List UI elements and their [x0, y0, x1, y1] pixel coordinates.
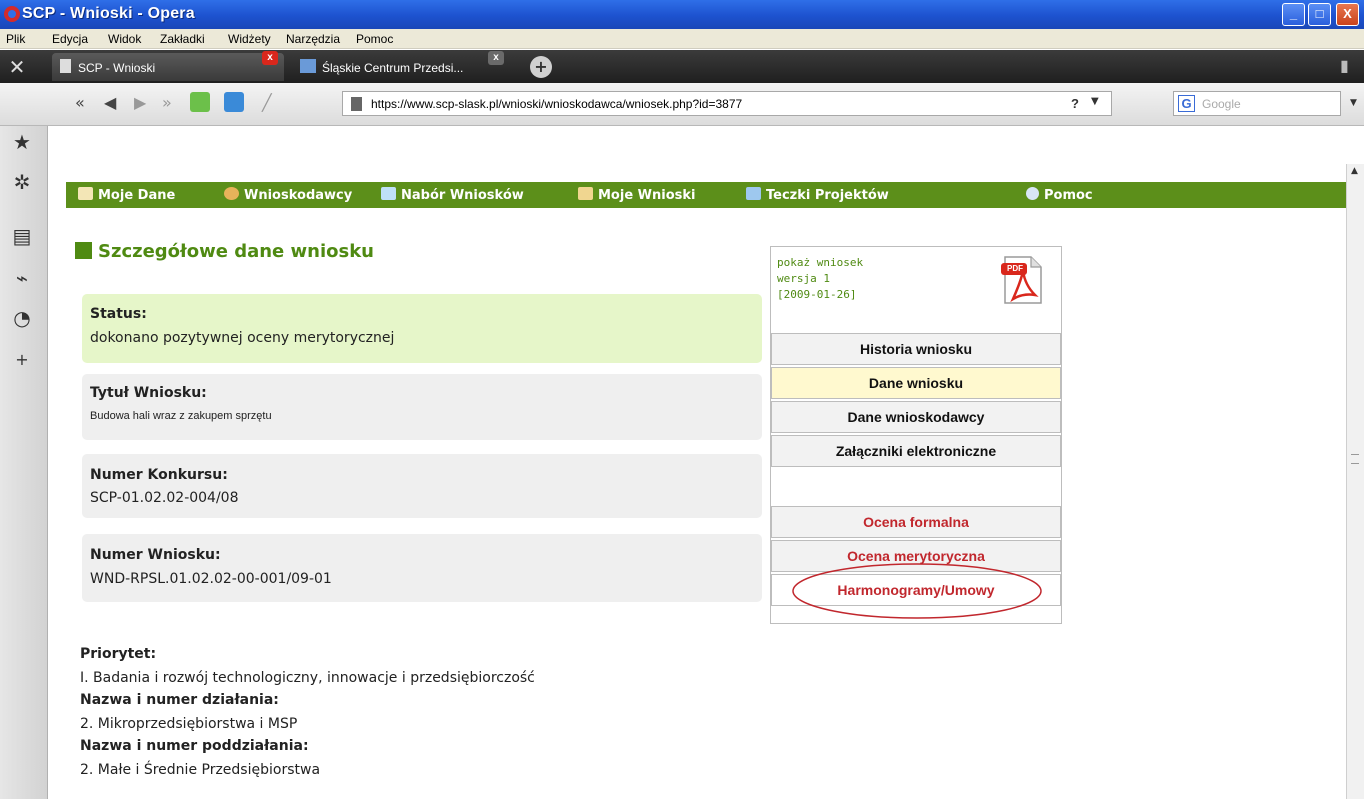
opera-icon [4, 6, 20, 22]
application-data-button[interactable]: Dane wniosku [771, 367, 1061, 399]
status-label: Status: [90, 306, 147, 322]
applicant-data-button[interactable]: Dane wnioskodawcy [771, 401, 1061, 433]
page-icon [60, 59, 71, 73]
page-scrollbar[interactable]: ▲ [1346, 164, 1364, 799]
title-value: Budowa hali wraz z zakupem sprzętu [90, 410, 272, 422]
tab-bar: ✕ SCP - Wnioski x Śląskie Centrum Przeds… [0, 50, 1364, 83]
nav-moje-dane[interactable]: Moje Dane [78, 187, 175, 203]
wand-icon[interactable]: ╱ [262, 93, 272, 112]
action-value: 2. Mikroprzedsiębiorstwa i MSP [80, 716, 298, 732]
close-window-button[interactable]: X [1336, 3, 1359, 26]
nav-teczki-projektow[interactable]: Teczki Projektów [746, 187, 889, 203]
title-box: Tytuł Wniosku: Budowa hali wraz z zakupe… [82, 374, 762, 440]
application-number-label: Numer Wniosku: [90, 547, 221, 563]
side-panel: ★ ✲ ▤ ⌁ ◔ + [0, 126, 48, 799]
section-title: Szczegółowe dane wniosku [75, 241, 374, 262]
widgets-gear-icon[interactable]: ✲ [10, 170, 34, 194]
electronic-attachments-button[interactable]: Załączniki elektroniczne [771, 435, 1061, 467]
menu-widzety[interactable]: Widżety [228, 32, 271, 46]
tab-close-icon[interactable]: x [488, 51, 504, 65]
search-field[interactable]: G Google [1173, 91, 1341, 116]
tab-slaskie-centrum[interactable]: Śląskie Centrum Przedsi... x [288, 51, 518, 81]
help-icon [1026, 187, 1039, 200]
home-icon[interactable] [224, 92, 244, 112]
pdf-badge: PDF [1007, 264, 1023, 273]
trash-icon[interactable]: ▮ [1340, 56, 1356, 76]
title-square-icon [75, 242, 92, 259]
scroll-up-icon[interactable]: ▲ [1351, 166, 1358, 176]
url-text: https://www.scp-slask.pl/wnioski/wniosko… [371, 97, 743, 111]
formal-assessment-button[interactable]: Ocena formalna [771, 506, 1061, 538]
subaction-label: Nazwa i numer poddziałania: [80, 738, 309, 754]
search-placeholder: Google [1202, 97, 1241, 111]
folder-icon [746, 187, 761, 200]
application-number-value: WND-RPSL.01.02.02-00-001/09-01 [90, 571, 332, 587]
priority-value: I. Badania i rozwój technologiczny, inno… [80, 670, 535, 686]
rewind-icon[interactable]: « [75, 93, 85, 112]
status-value: dokonano pozytywnej oceny merytorycznej [90, 330, 395, 346]
highlight-ellipse [792, 563, 1042, 619]
forward-icon[interactable]: ▶ [134, 93, 146, 112]
pdf-icon [1001, 256, 1042, 304]
fast-forward-icon[interactable]: » [162, 93, 172, 112]
main-nav: Moje Dane Wnioskodawcy Nabór Wniosków Mo… [66, 182, 1346, 208]
action-panel: pokaż wniosek wersja 1 [2009-01-26] PDF … [770, 246, 1062, 624]
title-label: Tytuł Wniosku: [90, 385, 207, 401]
pdf-link-text: pokaż wniosek wersja 1 [2009-01-26] [777, 256, 864, 301]
users-icon [224, 187, 239, 200]
notes-icon[interactable]: ▤ [10, 224, 34, 248]
menu-bar: Plik Edycja Widok Zakładki Widżety Narzę… [0, 29, 1364, 49]
page-icon [351, 97, 362, 111]
contest-label: Numer Konkursu: [90, 467, 228, 483]
help-icon[interactable]: ? [1071, 96, 1079, 111]
favicon-icon [300, 59, 316, 73]
menu-zakladki[interactable]: Zakładki [160, 32, 205, 46]
tools-icon[interactable]: ✕ [6, 56, 28, 78]
nav-wnioskodawcy[interactable]: Wnioskodawcy [224, 187, 352, 203]
contest-box: Numer Konkursu: SCP-01.02.02-004/08 [82, 454, 762, 518]
action-label: Nazwa i numer działania: [80, 692, 279, 708]
nav-nabor-wnioskow[interactable]: Nabór Wniosków [381, 187, 524, 203]
nav-pomoc[interactable]: Pomoc [1026, 187, 1093, 203]
google-icon: G [1178, 95, 1195, 112]
show-application-pdf[interactable]: pokaż wniosek wersja 1 [2009-01-26] PDF [771, 247, 1061, 311]
add-panel-icon[interactable]: + [10, 348, 34, 372]
nav-moje-wnioski[interactable]: Moje Wnioski [578, 187, 696, 203]
tab-scp-wnioski[interactable]: SCP - Wnioski x [52, 51, 284, 81]
history-button[interactable]: Historia wniosku [771, 333, 1061, 365]
contest-value: SCP-01.02.02-004/08 [90, 490, 239, 506]
window-title: SCP - Wnioski - Opera [22, 5, 195, 22]
search-dropdown-icon[interactable]: ▼ [1350, 98, 1357, 108]
page-content: Moje Dane Wnioskodawcy Nabór Wniosków Mo… [48, 126, 1346, 799]
subaction-value: 2. Małe i Średnie Przedsiębiorstwa [80, 762, 321, 778]
application-number-box: Numer Wniosku: WND-RPSL.01.02.02-00-001/… [82, 534, 762, 602]
menu-edycja[interactable]: Edycja [52, 32, 88, 46]
menu-widok[interactable]: Widok [108, 32, 141, 46]
id-card-icon [78, 187, 93, 200]
bookmarks-star-icon[interactable]: ★ [10, 130, 34, 154]
minimize-button[interactable]: _ [1282, 3, 1305, 26]
priority-label: Priorytet: [80, 646, 157, 662]
edit-icon [578, 187, 593, 200]
new-tab-icon[interactable]: + [530, 56, 552, 78]
list-icon [381, 187, 396, 200]
history-clock-icon[interactable]: ◔ [10, 306, 34, 330]
tab-close-icon[interactable]: x [262, 51, 278, 65]
maximize-button[interactable]: □ [1308, 3, 1331, 26]
back-icon[interactable]: ◀ [104, 93, 116, 112]
address-bar: « ◀ ▶ » ╱ https://www.scp-slask.pl/wnios… [0, 83, 1364, 126]
menu-narzedzia[interactable]: Narzędzia [286, 32, 340, 46]
menu-pomoc[interactable]: Pomoc [356, 32, 393, 46]
menu-plik[interactable]: Plik [6, 32, 25, 46]
reload-icon[interactable] [190, 92, 210, 112]
dropdown-icon[interactable]: ▼ [1091, 96, 1099, 107]
scroll-thumb-grip-icon[interactable] [1351, 454, 1359, 464]
window-titlebar: SCP - Wnioski - Opera _ □ X [0, 0, 1364, 29]
url-field[interactable]: https://www.scp-slask.pl/wnioski/wniosko… [342, 91, 1112, 116]
feeds-icon[interactable]: ⌁ [10, 266, 34, 290]
status-box: Status: dokonano pozytywnej oceny meryto… [82, 294, 762, 363]
